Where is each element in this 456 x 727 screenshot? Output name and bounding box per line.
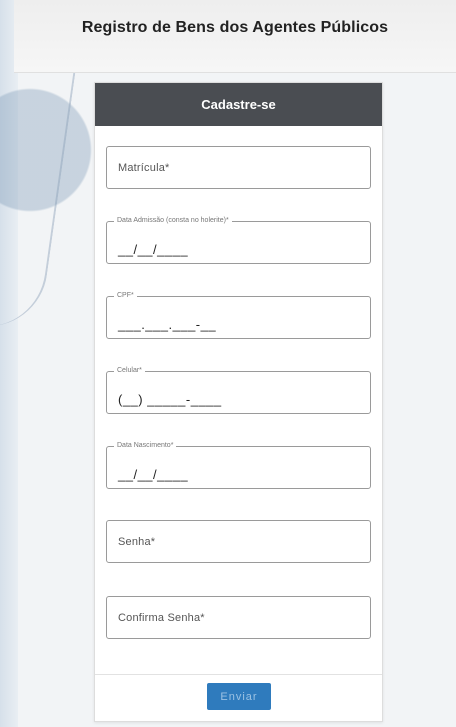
data-nascimento-mask: __/__/____ <box>118 467 189 482</box>
enviar-button[interactable]: Enviar <box>207 683 271 710</box>
confirma-senha-field[interactable]: Confirma Senha* <box>106 596 371 639</box>
page-title: Registro de Bens dos Agentes Públicos <box>81 19 389 36</box>
cpf-mask: ___.___.___-__ <box>118 317 217 332</box>
data-nascimento-field[interactable]: Data Nascimento* __/__/____ <box>106 441 371 489</box>
data-admissao-field[interactable]: Data Admissão (consta no holerite)* __/_… <box>106 216 371 264</box>
data-admissao-mask: __/__/____ <box>118 242 189 257</box>
celular-label: Celular* <box>114 366 145 376</box>
card-title: Cadastre-se <box>201 97 276 112</box>
cpf-label: CPF* <box>114 291 137 301</box>
top-bar: Registro de Bens dos Agentes Públicos <box>14 0 456 73</box>
data-admissao-label: Data Admissão (consta no holerite)* <box>114 216 232 226</box>
senha-field[interactable]: Senha* <box>106 520 371 563</box>
cpf-field[interactable]: CPF* ___.___.___-__ <box>106 291 371 339</box>
senha-placeholder: Senha* <box>118 535 156 548</box>
celular-mask: (__) _____-____ <box>118 392 222 407</box>
matricula-placeholder: Matrícula* <box>118 161 170 174</box>
data-nascimento-label: Data Nascimento* <box>114 441 177 451</box>
card-header: Cadastre-se <box>95 83 382 126</box>
celular-field[interactable]: Celular* (__) _____-____ <box>106 366 371 414</box>
confirma-senha-placeholder: Confirma Senha* <box>118 611 205 624</box>
matricula-field[interactable]: Matrícula* <box>106 146 371 189</box>
card-footer-divider <box>95 674 382 675</box>
register-card: Cadastre-se Matrícula* Data Admissão (co… <box>94 82 383 722</box>
